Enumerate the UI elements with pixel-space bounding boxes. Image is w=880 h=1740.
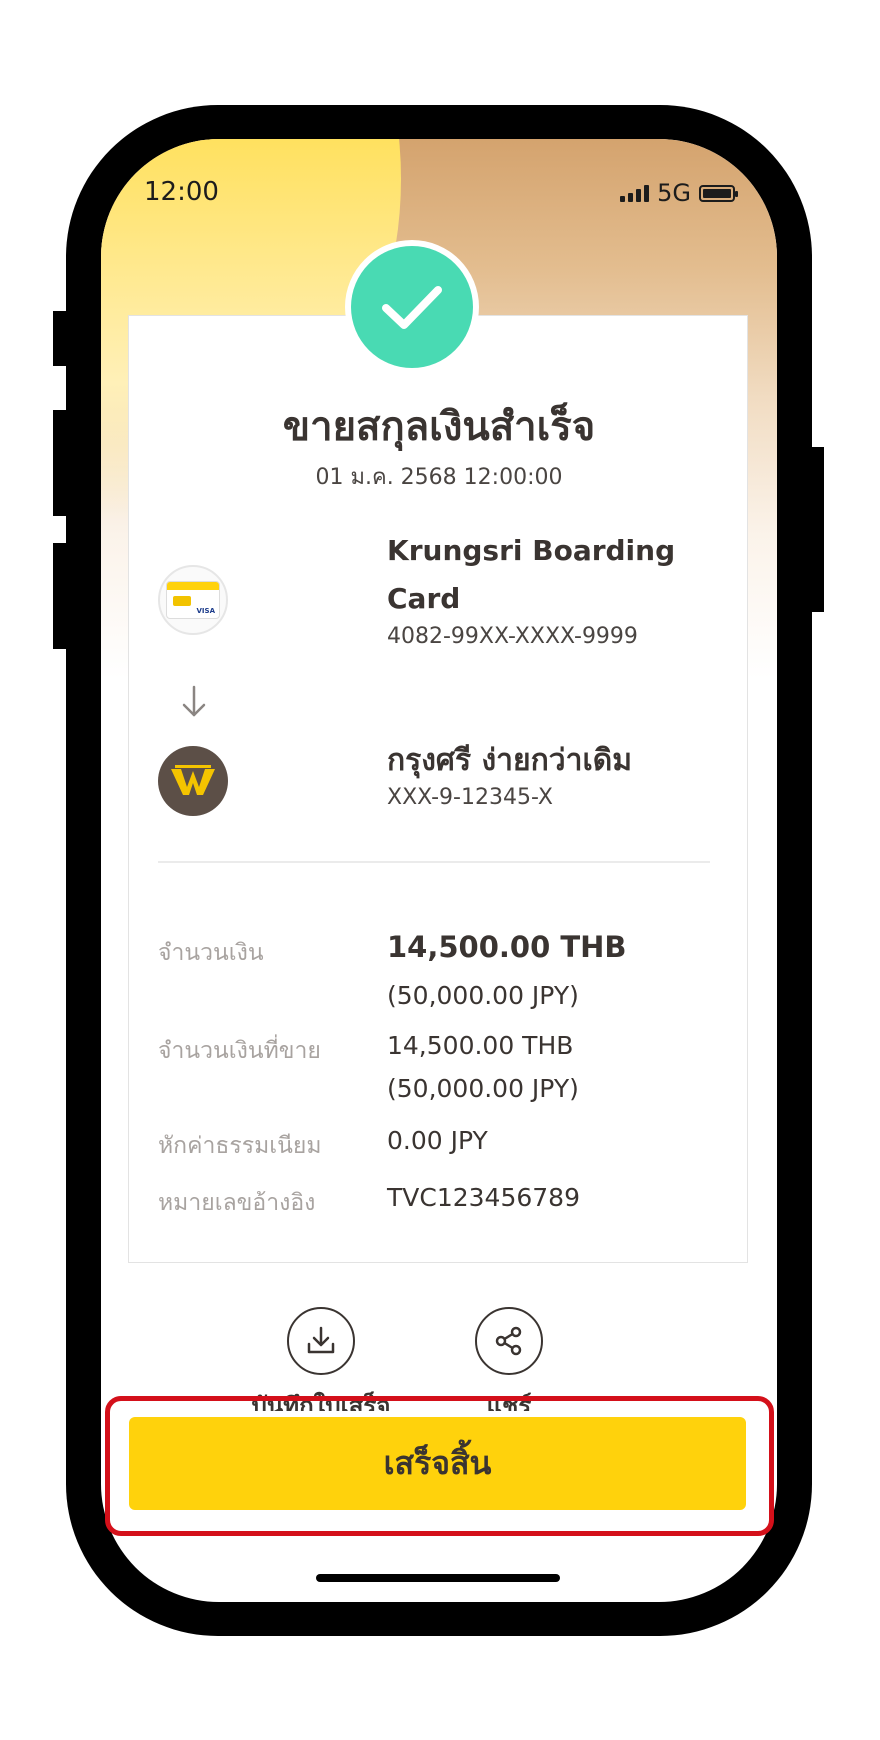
signal-icon	[620, 184, 650, 202]
done-button[interactable]: เสร็จสิ้น	[129, 1417, 746, 1510]
checkmark-icon	[351, 246, 473, 368]
silent-switch	[53, 311, 67, 366]
to-account-name: กรุงศรี ง่ายกว่าเดิม	[387, 743, 632, 778]
sold-amount-sub-value: (50,000.00 JPY)	[387, 1074, 579, 1103]
status-time: 12:00	[144, 177, 219, 207]
reference-label: หมายเลขอ้างอิง	[158, 1190, 316, 1216]
transaction-datetime: 01 ม.ค. 2568 12:00:00	[315, 465, 563, 490]
share-button[interactable]: แชร์	[409, 1307, 609, 1411]
from-account-name: Krungsri Boarding Card	[387, 534, 676, 615]
to-account-number: XXX-9-12345-X	[387, 785, 553, 810]
download-icon[interactable]	[287, 1307, 355, 1375]
arrow-down-icon	[179, 681, 209, 721]
sold-amount-label: จำนวนเงินที่ขาย	[158, 1038, 321, 1064]
volume-up-button	[53, 410, 67, 516]
divider	[158, 861, 710, 863]
amount-label: จำนวนเงิน	[158, 940, 264, 966]
amount-sub-value: (50,000.00 JPY)	[387, 981, 579, 1010]
reference-value: TVC123456789	[387, 1183, 580, 1212]
volume-down-button	[53, 543, 67, 649]
credit-card-icon: VISA	[166, 581, 220, 619]
network-label: 5G	[657, 179, 691, 207]
stage: 12:00 5G ขายสกุลเงินสำเร็จ 01 ม.ค. 2568 …	[0, 0, 880, 1740]
success-badge	[345, 240, 479, 374]
share-icon[interactable]	[475, 1307, 543, 1375]
fee-label: หักค่าธรรมเนียม	[158, 1133, 322, 1159]
phone-screen: 12:00 5G ขายสกุลเงินสำเร็จ 01 ม.ค. 2568 …	[101, 139, 777, 1602]
save-receipt-label: บันทึกใบเสร็จ	[251, 1392, 391, 1411]
phone-frame: 12:00 5G ขายสกุลเงินสำเร็จ 01 ม.ค. 2568 …	[66, 105, 812, 1636]
battery-icon	[699, 184, 738, 202]
power-button	[810, 447, 824, 612]
amount-value: 14,500.00 THB	[387, 930, 627, 964]
share-label: แชร์	[486, 1392, 532, 1411]
from-account-number: 4082-99XX-XXXX-9999	[387, 624, 638, 649]
home-indicator[interactable]	[316, 1574, 560, 1582]
sold-amount-value: 14,500.00 THB	[387, 1031, 574, 1060]
card-thumbnail: VISA	[158, 565, 228, 635]
page-title: ขายสกุลเงินสำเร็จ	[282, 404, 596, 450]
fee-value: 0.00 JPY	[387, 1126, 488, 1155]
krungsri-logo-icon	[158, 746, 228, 816]
save-receipt-button[interactable]: บันทึกใบเสร็จ	[221, 1307, 421, 1411]
status-indicators: 5G	[620, 179, 738, 207]
